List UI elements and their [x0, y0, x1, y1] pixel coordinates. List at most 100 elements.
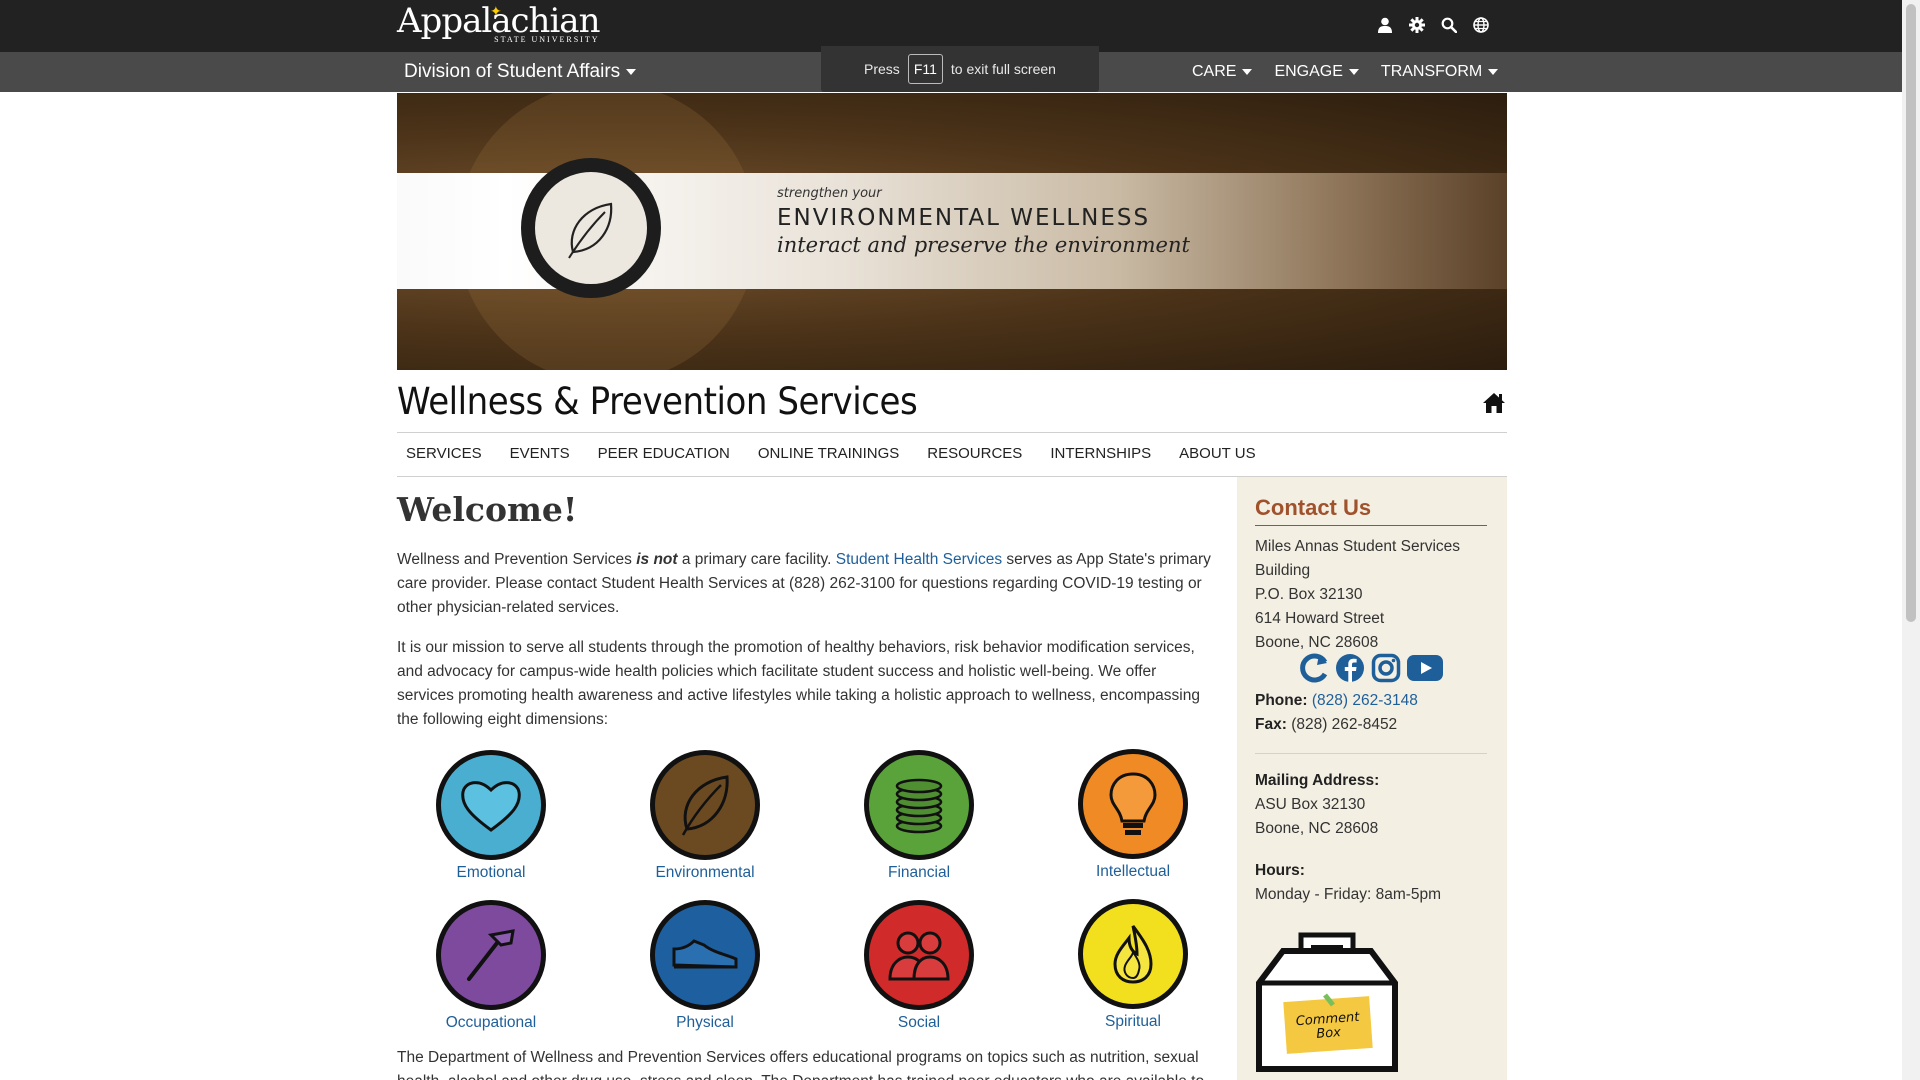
nav-resources[interactable]: RESOURCES: [927, 445, 1022, 462]
comment-box-icon: Comment Box: [1256, 932, 1398, 1072]
address-block: Miles Annas Student Services Building P.…: [1255, 535, 1460, 655]
flame-icon: [1113, 925, 1153, 984]
global-header: Appalachian STATE UNIVERSITY ✦: [0, 0, 1902, 52]
phone-label: Phone:: [1255, 692, 1308, 709]
appstate-icon[interactable]: [1299, 653, 1329, 683]
facebook-icon[interactable]: [1335, 653, 1365, 683]
chevron-down-icon: [1488, 68, 1499, 75]
mission-paragraph: It is our mission to serve all students …: [397, 639, 1200, 728]
nav-care[interactable]: CARE: [1192, 63, 1253, 81]
scrollbar-thumb[interactable]: [1906, 4, 1916, 622]
dimension-label: Financial: [887, 864, 951, 881]
nav-internships[interactable]: INTERNSHIPS: [1050, 445, 1151, 462]
occupational-circle: [436, 900, 546, 1010]
phone-line: Phone: (828) 262-3148: [1255, 689, 1418, 713]
hours-value: Monday - Friday: 8am-5pm: [1255, 886, 1442, 903]
nav-events[interactable]: EVENTS: [510, 445, 570, 462]
nav-about-us[interactable]: ABOUT US: [1179, 445, 1255, 462]
hero-banner: strengthen your ENVIRONMENTAL WELLNESS i…: [397, 93, 1507, 370]
divider: [1255, 753, 1487, 754]
fax-number: (828) 262-8452: [1291, 716, 1398, 733]
leaf-icon: [568, 202, 613, 259]
dimension-social[interactable]: Social: [839, 900, 999, 1032]
dimension-label: Social: [897, 1014, 941, 1031]
site-title: Wellness & Prevention Services: [397, 380, 918, 423]
financial-circle: [864, 750, 974, 860]
chevron-down-icon: [1242, 68, 1253, 75]
dimension-label: Spiritual: [1105, 1013, 1161, 1030]
address-line: Miles Annas Student Services: [1255, 538, 1461, 555]
youtube-icon[interactable]: [1407, 653, 1443, 683]
programs-paragraph: The Department of Wellness and Preventio…: [397, 1049, 1204, 1080]
coins-icon: [895, 778, 943, 834]
nav-peer-education[interactable]: PEER EDUCATION: [598, 445, 730, 462]
dimension-label: Occupational: [445, 1014, 537, 1031]
globe-icon[interactable]: [1471, 14, 1491, 36]
spiritual-circle: [1078, 899, 1188, 1009]
logo-star-icon: ✦: [490, 4, 502, 20]
dimension-environmental[interactable]: Environmental: [625, 750, 785, 882]
people-icon: [888, 931, 950, 981]
address-line: P.O. Box 32130: [1255, 586, 1363, 603]
dimension-label: Environmental: [655, 864, 755, 881]
nav-transform-label: TRANSFORM: [1380, 63, 1483, 80]
address-line: Building: [1255, 562, 1311, 579]
intro-emphasis: is not: [636, 551, 678, 568]
nav-online-trainings[interactable]: ONLINE TRAININGS: [758, 445, 899, 462]
emotional-circle: [436, 750, 546, 860]
dimension-occupational[interactable]: Occupational: [411, 900, 571, 1032]
dimension-physical[interactable]: Physical: [625, 900, 785, 1032]
nav-services[interactable]: SERVICES: [406, 445, 482, 462]
phone-link[interactable]: (828) 262-3148: [1312, 692, 1418, 709]
page-scrollbar[interactable]: [1902, 0, 1920, 1080]
banner-subtitle: interact and preserve the environment: [777, 233, 1190, 257]
dimension-label: Physical: [676, 1014, 734, 1031]
fax-label: Fax:: [1255, 716, 1287, 733]
hammer-icon: [467, 929, 515, 981]
heart-icon: [461, 781, 521, 832]
address-line: Boone, NC 28608: [1255, 634, 1379, 651]
nav-care-label: CARE: [1192, 63, 1237, 80]
comment-box-text: Box: [1316, 1025, 1342, 1042]
dimension-spiritual[interactable]: Spiritual: [1053, 899, 1213, 1031]
social-links: [1299, 653, 1443, 683]
environmental-circle: [650, 750, 760, 860]
user-icon[interactable]: [1375, 14, 1395, 36]
dimension-financial[interactable]: Financial: [839, 750, 999, 882]
division-menu[interactable]: Division of Student Affairs: [404, 61, 637, 83]
chevron-down-icon: [1348, 68, 1359, 75]
fullscreen-notice-after: to exit full screen: [950, 61, 1056, 77]
contact-sidebar: Contact Us Miles Annas Student Services …: [1237, 477, 1507, 1080]
intro-text-1: Wellness and Prevention Services: [397, 551, 637, 568]
dimension-emotional[interactable]: Emotional: [411, 750, 571, 882]
chevron-down-icon: [626, 68, 637, 75]
address-line: 614 Howard Street: [1255, 610, 1385, 627]
comment-box-link[interactable]: Comment Box: [1255, 927, 1405, 1080]
utility-icons: [1375, 14, 1491, 36]
home-icon[interactable]: [1482, 392, 1506, 418]
instagram-icon[interactable]: [1371, 653, 1401, 683]
social-circle: [864, 900, 974, 1010]
intellectual-circle: [1078, 749, 1188, 859]
banner-pretitle: strengthen your: [777, 186, 882, 201]
nav-engage[interactable]: ENGAGE: [1274, 63, 1359, 81]
mailing-line: Boone, NC 28608: [1255, 820, 1379, 837]
division-subnav: CARE ENGAGE TRANSFORM: [1192, 63, 1499, 81]
student-health-link[interactable]: Student Health Services: [836, 551, 1002, 568]
lightbulb-icon: [1109, 772, 1157, 835]
divider: [1255, 525, 1487, 526]
intro-text-2: a primary care facility.: [677, 551, 836, 568]
gear-icon[interactable]: [1407, 14, 1427, 36]
nav-transform[interactable]: TRANSFORM: [1380, 63, 1499, 81]
leaf-icon: [681, 775, 729, 836]
appalachian-logo[interactable]: Appalachian STATE UNIVERSITY ✦: [397, 4, 600, 44]
hours-block: Hours: Monday - Friday: 8am-5pm: [1255, 859, 1441, 907]
dimension-intellectual[interactable]: Intellectual: [1053, 749, 1213, 881]
dimension-label: Emotional: [456, 864, 526, 881]
dimension-label: Intellectual: [1095, 863, 1171, 880]
fullscreen-notice-before: Press: [864, 61, 900, 77]
fax-line: Fax: (828) 262-8452: [1255, 713, 1418, 737]
search-icon[interactable]: [1439, 14, 1459, 36]
fullscreen-key: F11: [907, 54, 943, 84]
nav-engage-label: ENGAGE: [1274, 63, 1343, 80]
